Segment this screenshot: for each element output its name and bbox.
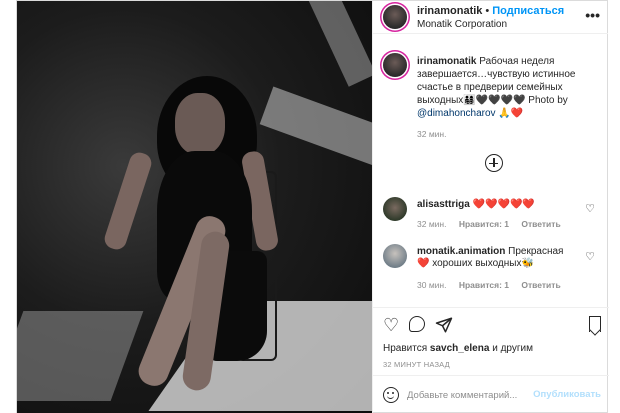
- likes-suffix[interactable]: и другим: [492, 343, 533, 354]
- emoji-icon[interactable]: [383, 387, 399, 403]
- author-avatar[interactable]: [383, 5, 407, 29]
- action-bar: ♡: [373, 307, 609, 343]
- caption-mention[interactable]: @dimahoncharov: [417, 108, 496, 119]
- caption-suffix: 🙏❤️: [498, 108, 524, 119]
- caption-avatar[interactable]: [383, 53, 407, 77]
- author-location[interactable]: Monatik Corporation: [417, 19, 507, 30]
- light-beam: [298, 1, 372, 87]
- heart-icon[interactable]: ♡: [383, 316, 399, 334]
- comment-text: alisasttriga ❤️❤️❤️❤️❤️: [417, 199, 577, 211]
- comment-likes[interactable]: Нравится: 1: [459, 219, 509, 229]
- author-username[interactable]: irinamonatik: [417, 5, 482, 17]
- bookmark-icon[interactable]: [589, 316, 601, 335]
- more-horizontal-icon[interactable]: •••: [585, 7, 600, 23]
- caption-username[interactable]: irinamonatik: [417, 56, 476, 67]
- separator-dot: •: [485, 5, 490, 17]
- comment-likes[interactable]: Нравится: 1: [459, 280, 509, 290]
- woman-face: [175, 93, 225, 155]
- comment-icon[interactable]: [409, 316, 425, 335]
- add-comment-bar: Опубликовать: [373, 375, 609, 413]
- comment-username[interactable]: alisasttriga: [417, 199, 470, 210]
- likes-prefix: Нравится: [383, 343, 428, 354]
- heart-icon[interactable]: ♡: [585, 250, 595, 263]
- commenter-avatar[interactable]: [383, 244, 407, 268]
- send-icon[interactable]: [435, 316, 453, 337]
- post-header: irinamonatik • Подписаться Monatik Corpora…: [373, 1, 608, 34]
- light-beam: [17, 311, 144, 401]
- comment-body: ❤️❤️❤️❤️❤️: [472, 199, 535, 210]
- woman-arm: [102, 150, 154, 252]
- comment-meta: 32 мин. Нравится: 1 Ответить: [417, 219, 571, 229]
- caption-text: irinamonatik Рабочая неделя завершается……: [417, 55, 597, 120]
- reply-button[interactable]: Ответить: [521, 219, 560, 229]
- reply-button[interactable]: Ответить: [521, 280, 560, 290]
- heart-icon[interactable]: ♡: [585, 202, 595, 215]
- comment-username[interactable]: monatik.animation: [417, 246, 505, 257]
- plus-circle-icon[interactable]: [485, 154, 503, 172]
- publish-button[interactable]: Опубликовать: [533, 389, 601, 400]
- follow-button[interactable]: Подписаться: [492, 5, 564, 17]
- likes-user[interactable]: savch_elena: [430, 343, 490, 354]
- post-timestamp: 32 минут назад: [383, 360, 450, 369]
- instagram-post: irinamonatik • Подписаться Monatik Corpora…: [16, 0, 609, 413]
- post-photo[interactable]: [17, 1, 372, 413]
- caption-time: 32 мин.: [417, 129, 447, 139]
- comment-text: monatik.animation Прекрасная ❤️ хороших …: [417, 246, 577, 270]
- comment-meta: 30 мин. Нравится: 1 Ответить: [417, 280, 571, 290]
- comment-time: 32 мин.: [417, 219, 447, 229]
- light-beam: [259, 86, 372, 176]
- commenter-avatar[interactable]: [383, 197, 407, 221]
- likes-line: Нравится savch_elena и другим: [383, 343, 533, 354]
- post-sidebar: irinamonatik • Подписаться Monatik Corpora…: [372, 1, 609, 413]
- comment-time: 30 мин.: [417, 280, 447, 290]
- author-line: irinamonatik • Подписаться: [417, 5, 564, 17]
- comment-input[interactable]: [407, 387, 532, 403]
